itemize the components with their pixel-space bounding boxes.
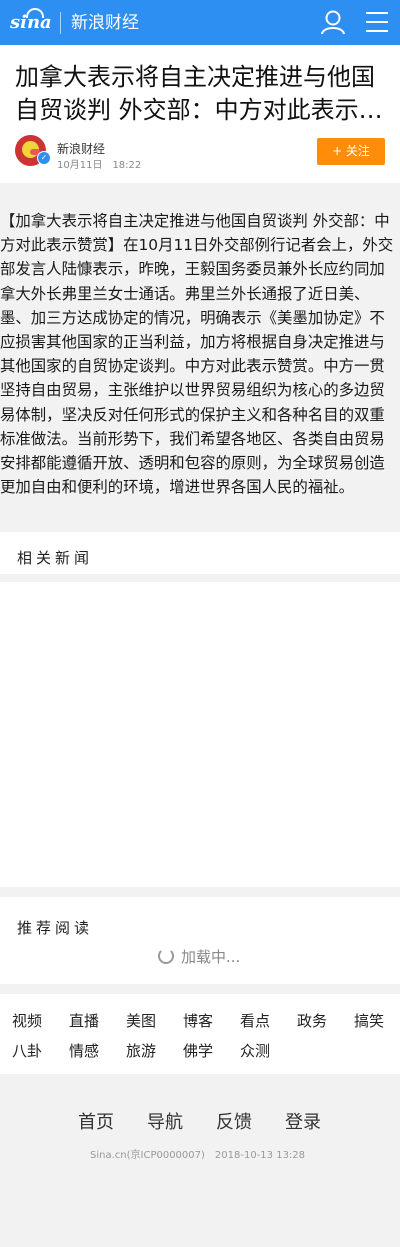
recommend-section: 推荐阅读 加载中... bbox=[0, 897, 400, 984]
related-news-title: 相关新闻 bbox=[17, 549, 94, 567]
category-link[interactable]: 八卦 bbox=[12, 1040, 42, 1061]
category-link[interactable]: 众测 bbox=[240, 1040, 270, 1061]
verified-icon: ✓ bbox=[37, 151, 51, 165]
category-link[interactable]: 直播 bbox=[69, 1010, 99, 1031]
related-news-header: 相关新闻 bbox=[0, 532, 400, 574]
follow-button[interactable]: + 关注 bbox=[317, 138, 385, 165]
logo-eye-mark bbox=[26, 8, 44, 18]
footer-link-home[interactable]: 首页 bbox=[78, 1108, 114, 1134]
footer-meta: Sina.cn(京ICP0000007) 2018-10-13 13:28 bbox=[90, 1150, 306, 1161]
category-link[interactable]: 美图 bbox=[126, 1010, 156, 1031]
top-bar: sina 新浪财经 bbox=[0, 0, 400, 45]
footer-link-nav[interactable]: 导航 bbox=[147, 1108, 183, 1134]
publish-time: 10月11日 18:22 bbox=[57, 160, 142, 171]
category-link[interactable]: 旅游 bbox=[126, 1040, 156, 1061]
category-link[interactable]: 看点 bbox=[240, 1010, 270, 1031]
article-header: 加拿大表示将自主决定推进与他国自贸谈判 外交部：中方对此表示… ✓ 新浪财经 1… bbox=[0, 45, 400, 183]
footer-link-feedback[interactable]: 反馈 bbox=[216, 1108, 252, 1134]
loading-indicator: 加载中... bbox=[158, 946, 240, 967]
category-nav: 视频 直播 美图 博客 看点 政务 搞笑 八卦 情感 旅游 佛学 众测 bbox=[0, 994, 400, 1074]
sina-logo-icon[interactable]: sina bbox=[10, 8, 52, 36]
channel-title[interactable]: 新浪财经 bbox=[71, 10, 139, 36]
footer-link-login[interactable]: 登录 bbox=[285, 1108, 321, 1134]
article-paragraph: 【加拿大表示将自主决定推进与他国自贸谈判 外交部：中方对此表示赞赏】在10月11… bbox=[0, 212, 394, 497]
category-link[interactable]: 政务 bbox=[297, 1010, 327, 1031]
article-body: 【加拿大表示将自主决定推进与他国自贸谈判 外交部：中方对此表示赞赏】在10月11… bbox=[0, 199, 400, 529]
user-icon[interactable] bbox=[320, 9, 346, 35]
category-link[interactable]: 博客 bbox=[183, 1010, 213, 1031]
related-news-list bbox=[0, 582, 400, 887]
recommend-title: 推荐阅读 bbox=[17, 919, 94, 937]
author-name[interactable]: 新浪财经 bbox=[57, 140, 105, 157]
footer-nav: 首页 导航 反馈 登录 bbox=[0, 1108, 400, 1138]
header-divider bbox=[60, 12, 61, 34]
menu-icon[interactable] bbox=[366, 12, 388, 32]
article-title: 加拿大表示将自主决定推进与他国自贸谈判 外交部：中方对此表示… bbox=[15, 63, 383, 124]
loading-spinner-icon bbox=[158, 948, 174, 964]
category-link[interactable]: 搞笑 bbox=[354, 1010, 384, 1031]
loading-text: 加载中... bbox=[181, 948, 241, 966]
category-link[interactable]: 佛学 bbox=[183, 1040, 213, 1061]
category-link[interactable]: 视频 bbox=[12, 1010, 42, 1031]
category-link[interactable]: 情感 bbox=[69, 1040, 99, 1061]
